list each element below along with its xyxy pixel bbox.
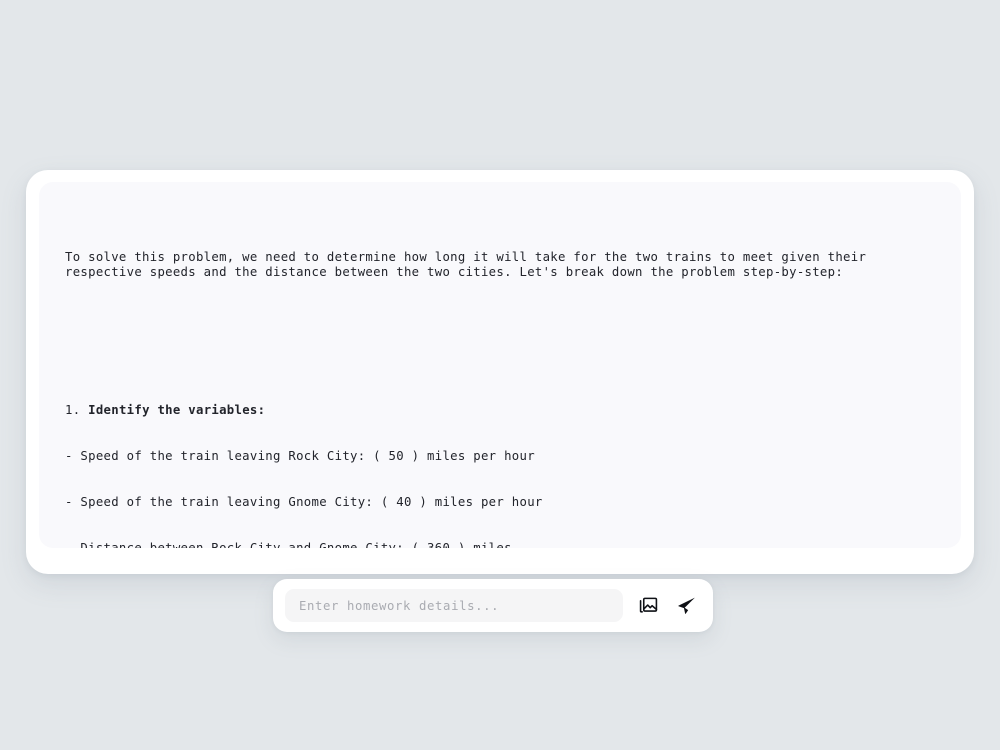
step-title-1: Identify the variables: bbox=[88, 402, 266, 417]
answer-body: To solve this problem, we need to determ… bbox=[65, 204, 935, 548]
step-gap-1 bbox=[80, 403, 88, 417]
send-button[interactable] bbox=[671, 591, 701, 621]
step-1-line-2: - Speed of the train leaving Gnome City:… bbox=[65, 494, 543, 509]
composer-bar bbox=[273, 579, 713, 632]
app-root: To solve this problem, we need to determ… bbox=[0, 0, 1000, 750]
step-number-1: 1. bbox=[65, 402, 81, 417]
step-1-line-3: - Distance between Rock City and Gnome C… bbox=[65, 540, 512, 548]
send-paper-plane-icon bbox=[676, 595, 697, 616]
answer-card: To solve this problem, we need to determ… bbox=[39, 182, 961, 548]
attach-image-button[interactable] bbox=[633, 591, 663, 621]
answer-intro-paragraph: To solve this problem, we need to determ… bbox=[65, 249, 874, 280]
step-1-line-1: - Speed of the train leaving Rock City: … bbox=[65, 448, 535, 463]
step-heading-1: 1. Identify the variables: bbox=[65, 403, 935, 418]
image-stack-icon bbox=[639, 596, 658, 615]
homework-details-input[interactable] bbox=[285, 589, 623, 622]
answer-panel: To solve this problem, we need to determ… bbox=[26, 170, 974, 574]
